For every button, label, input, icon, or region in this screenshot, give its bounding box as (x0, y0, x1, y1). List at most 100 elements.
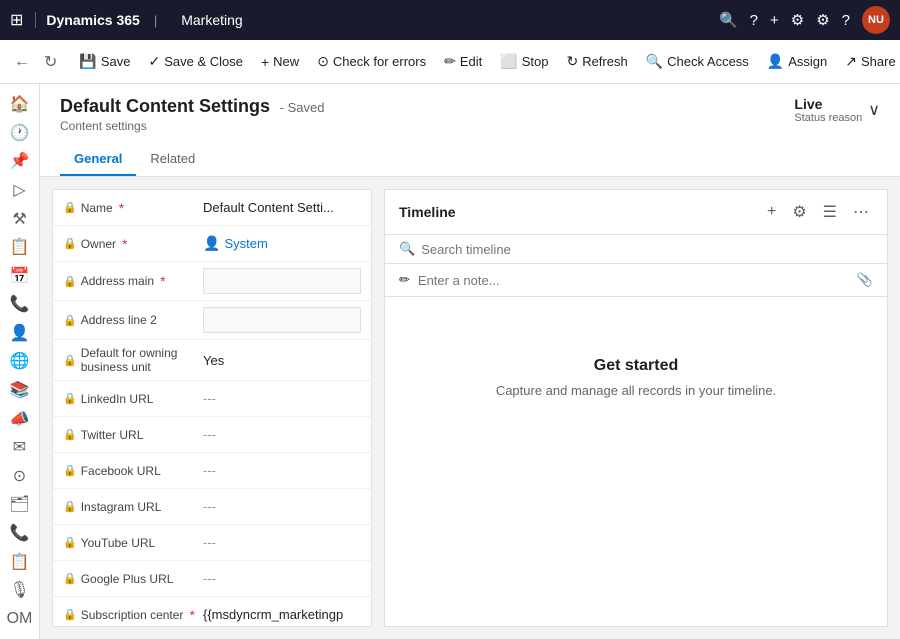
sidebar-icon-calendar[interactable]: 📅 (4, 263, 36, 288)
status-live: Live (794, 96, 862, 112)
timeline-actions: + ⚙ ☰ ⋯ (763, 200, 873, 224)
settings-icon[interactable]: ⚙ (816, 11, 829, 29)
command-bar: ← ↻ 💾 Save ✓ Save & Close + New ⊙ Check … (0, 40, 900, 84)
timeline-header: Timeline + ⚙ ☰ ⋯ (385, 190, 887, 235)
field-youtube: 🔒 YouTube URL --- (53, 525, 371, 561)
note-edit-icon: ✏ (399, 272, 410, 288)
sidebar-icon-play[interactable]: ▷ (4, 178, 36, 203)
address-line2-input[interactable] (203, 307, 361, 333)
save-close-button[interactable]: ✓ Save & Close (140, 47, 251, 76)
status-chevron-button[interactable]: ∨ (868, 100, 880, 120)
page-header: Default Content Settings - Saved Content… (40, 84, 900, 177)
tab-general[interactable]: General (60, 143, 136, 176)
refresh-button[interactable]: ↻ Refresh (558, 47, 635, 76)
check-access-button[interactable]: 🔍 Check Access (638, 47, 757, 76)
get-started-title: Get started (594, 357, 678, 375)
field-subscription-value: {{msdyncrm_marketingp (203, 607, 361, 622)
timeline-search-input[interactable] (421, 242, 873, 257)
back-button[interactable]: ← (8, 49, 36, 75)
timeline-title: Timeline (399, 204, 763, 220)
sidebar-icon-clipboard[interactable]: 📋 (4, 549, 36, 574)
sidebar-icon-circle[interactable]: ⊙ (4, 464, 36, 489)
sidebar-icon-phone2[interactable]: 📞 (4, 521, 36, 546)
sidebar-icon-globe[interactable]: 🌐 (4, 349, 36, 374)
sidebar-icon-pin[interactable]: 📌 (4, 149, 36, 174)
field-facebook: 🔒 Facebook URL --- (53, 453, 371, 489)
lock-icon-addr2: 🔒 (63, 314, 77, 327)
add-icon[interactable]: + (770, 12, 779, 29)
filter-icon[interactable]: ⚙ (791, 11, 804, 29)
avatar[interactable]: NU (862, 6, 890, 34)
new-icon: + (261, 54, 269, 70)
save-button[interactable]: 💾 Save (71, 47, 138, 76)
field-twitter-value: --- (203, 427, 361, 442)
field-address-main-value[interactable] (203, 268, 361, 294)
field-default-owning: 🔒 Default for owning business unit Yes (53, 340, 371, 381)
status-reason: Status reason (794, 112, 862, 124)
check-errors-button[interactable]: ⊙ Check for errors (309, 47, 434, 76)
grid-icon[interactable]: ⊞ (10, 10, 23, 30)
help-icon[interactable]: ? (750, 12, 758, 29)
timeline-panel: Timeline + ⚙ ☰ ⋯ 🔍 ✏ 📎 (384, 189, 888, 627)
question-icon[interactable]: ? (842, 12, 850, 29)
new-button[interactable]: + New (253, 48, 307, 76)
sidebar-icon-mic[interactable]: 🎙 (4, 578, 36, 603)
address-main-input[interactable] (203, 268, 361, 294)
field-subscription: 🔒 Subscription center * {{msdyncrm_marke… (53, 597, 371, 627)
app-name: Dynamics 365 (35, 12, 139, 28)
lock-icon: 🔒 (63, 201, 77, 214)
main-content: Default Content Settings - Saved Content… (40, 84, 900, 639)
timeline-note-input[interactable] (418, 273, 849, 288)
field-name-value: Default Content Setti... (203, 200, 361, 215)
attachment-icon[interactable]: 📎 (857, 272, 873, 288)
timeline-more-button[interactable]: ⋯ (849, 200, 873, 224)
timeline-note: ✏ 📎 (385, 264, 887, 297)
field-google-plus: 🔒 Google Plus URL --- (53, 561, 371, 597)
lock-icon-twitter: 🔒 (63, 428, 77, 441)
tab-related[interactable]: Related (136, 143, 209, 176)
form-area: 🔒 Name * Default Content Setti... 🔒 Owne… (40, 177, 900, 639)
sidebar-icon-recent[interactable]: 🕐 (4, 121, 36, 146)
lock-icon-owner: 🔒 (63, 237, 77, 250)
sidebar-icon-book[interactable]: 📚 (4, 378, 36, 403)
sidebar-icon-person[interactable]: 👤 (4, 321, 36, 346)
stop-button[interactable]: ⬜ Stop (492, 47, 556, 76)
owner-person-icon: 👤 (203, 235, 220, 252)
sidebar-icon-folder[interactable]: 🗂 (4, 492, 36, 517)
field-address-line2-value[interactable] (203, 307, 361, 333)
share-button[interactable]: ↗ Share (837, 47, 900, 76)
search-icon[interactable]: 🔍 (719, 11, 738, 29)
timeline-list-button[interactable]: ☰ (819, 200, 841, 224)
forward-button[interactable]: ↻ (38, 48, 63, 76)
stop-icon: ⬜ (500, 53, 517, 70)
form-panel: 🔒 Name * Default Content Setti... 🔒 Owne… (52, 189, 372, 627)
field-google-plus-value: --- (203, 571, 361, 586)
share-icon: ↗ (845, 53, 857, 70)
sidebar: 🏠 🕐 📌 ▷ ⚒ 📋 📅 📞 👤 🌐 📚 📣 ✉ ⊙ 🗂 📞 📋 🎙 OM (0, 84, 40, 639)
save-close-icon: ✓ (148, 53, 160, 70)
timeline-add-button[interactable]: + (763, 201, 780, 223)
assign-button[interactable]: 👤 Assign (759, 47, 835, 76)
main-layout: 🏠 🕐 📌 ▷ ⚒ 📋 📅 📞 👤 🌐 📚 📣 ✉ ⊙ 🗂 📞 📋 🎙 OM D… (0, 84, 900, 639)
check-access-icon: 🔍 (646, 53, 663, 70)
field-instagram-value: --- (203, 499, 361, 514)
nav-icons: 🔍 ? + ⚙ ⚙ ? NU (719, 6, 890, 34)
sidebar-icon-tools[interactable]: ⚒ (4, 206, 36, 231)
lock-icon-addr-main: 🔒 (63, 275, 77, 288)
get-started: Get started Capture and manage all recor… (385, 297, 887, 458)
sidebar-icon-home[interactable]: 🏠 (4, 92, 36, 117)
sidebar-icon-om[interactable]: OM (4, 606, 36, 631)
field-owner-value[interactable]: 👤 System (203, 235, 361, 252)
lock-icon-linkedin: 🔒 (63, 392, 77, 405)
lock-icon-subscription: 🔒 (63, 608, 77, 621)
field-linkedin: 🔒 LinkedIn URL --- (53, 381, 371, 417)
sidebar-icon-table[interactable]: 📋 (4, 235, 36, 260)
sidebar-icon-phone[interactable]: 📞 (4, 292, 36, 317)
lock-icon-instagram: 🔒 (63, 500, 77, 513)
lock-icon-default: 🔒 (63, 354, 77, 367)
lock-icon-youtube: 🔒 (63, 536, 77, 549)
sidebar-icon-megaphone[interactable]: 📣 (4, 406, 36, 431)
edit-button[interactable]: ✏ Edit (436, 47, 490, 76)
sidebar-icon-mail[interactable]: ✉ (4, 435, 36, 460)
timeline-filter-button[interactable]: ⚙ (788, 200, 810, 224)
